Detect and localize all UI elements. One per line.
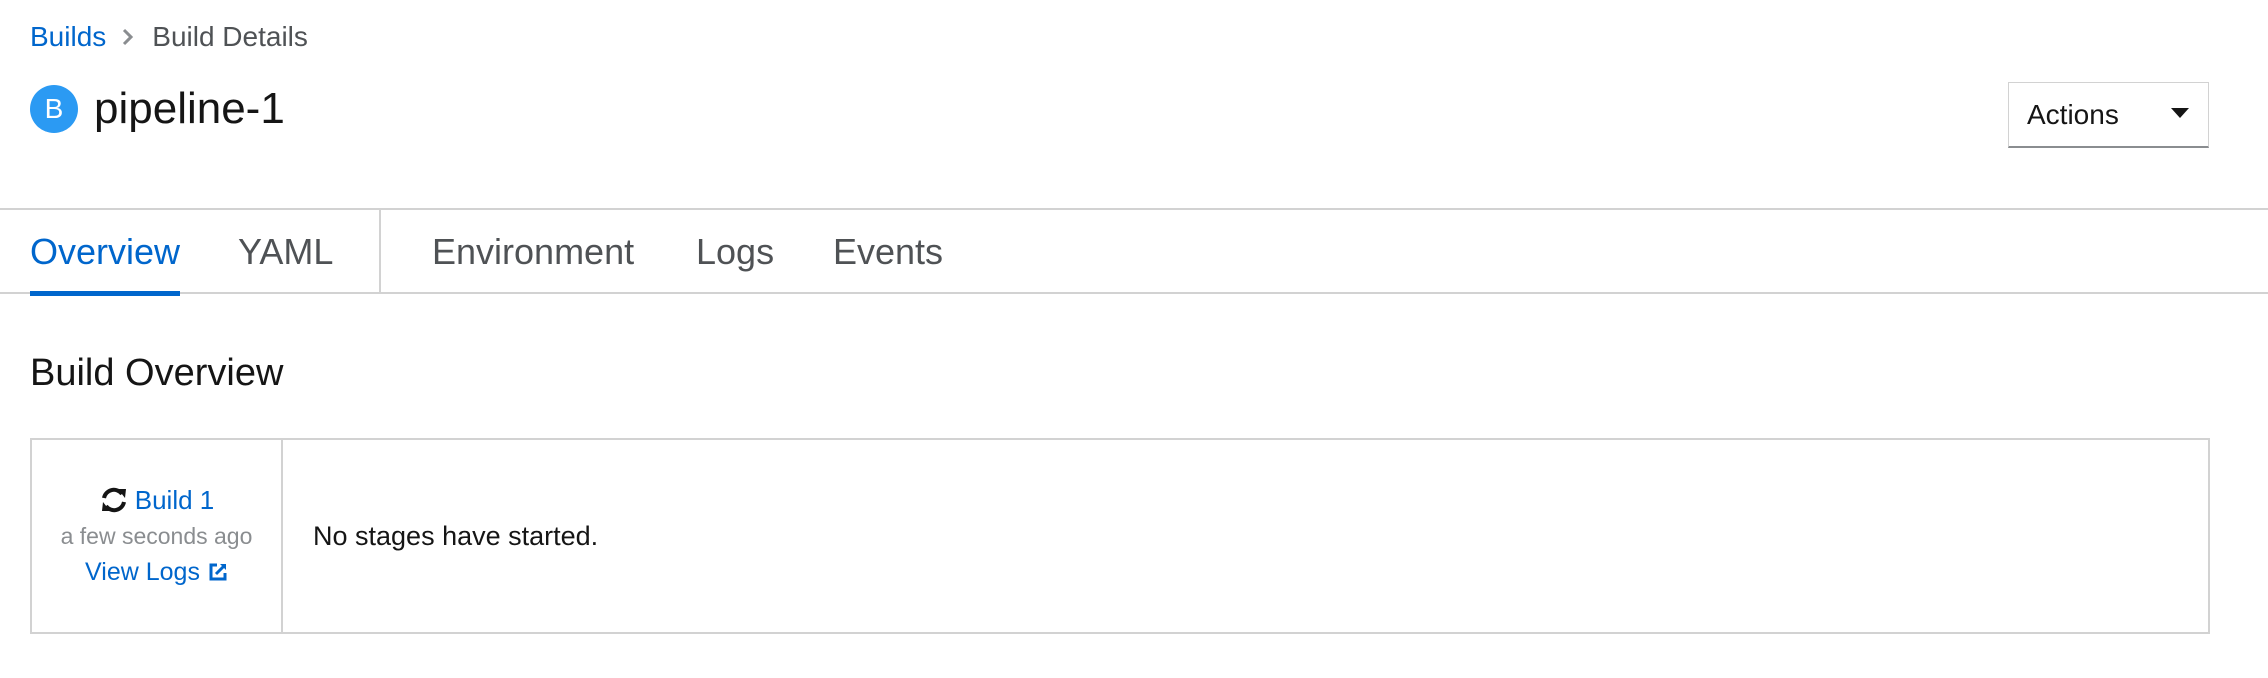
page-title: pipeline-1 (94, 84, 285, 133)
tab-bar: Overview YAML Environment Logs Events (0, 208, 2268, 296)
breadcrumb-current: Build Details (152, 21, 308, 52)
view-logs-label: View Logs (85, 557, 200, 586)
build-overview-card: Build 1 a few seconds ago View Logs No s… (30, 438, 2210, 634)
resource-badge: B (30, 85, 78, 133)
page-header: B pipeline-1 (30, 82, 285, 136)
breadcrumb-builds-link[interactable]: Builds (30, 21, 106, 53)
build-status-line: Build 1 (99, 482, 215, 518)
tab-divider (379, 210, 381, 294)
tab-environment[interactable]: Environment (432, 210, 634, 294)
chevron-right-icon (122, 28, 134, 46)
actions-dropdown[interactable]: Actions (2008, 82, 2209, 148)
sync-icon (99, 486, 129, 514)
external-link-icon (208, 562, 228, 582)
section-title: Build Overview (30, 352, 284, 394)
tab-yaml[interactable]: YAML (238, 210, 333, 294)
actions-label: Actions (2027, 98, 2119, 130)
tab-events[interactable]: Events (833, 210, 943, 294)
breadcrumb: Builds Build Details (30, 18, 308, 56)
caret-down-icon (2170, 106, 2190, 124)
view-logs-link[interactable]: View Logs (85, 554, 228, 590)
stages-area: No stages have started. (283, 440, 2208, 632)
build-summary: Build 1 a few seconds ago View Logs (32, 440, 283, 632)
tab-logs[interactable]: Logs (696, 210, 774, 294)
tab-overview[interactable]: Overview (30, 210, 181, 296)
build-timestamp: a few seconds ago (60, 522, 253, 549)
build-link[interactable]: Build 1 (135, 485, 215, 516)
stages-empty-message: No stages have started. (313, 520, 599, 551)
